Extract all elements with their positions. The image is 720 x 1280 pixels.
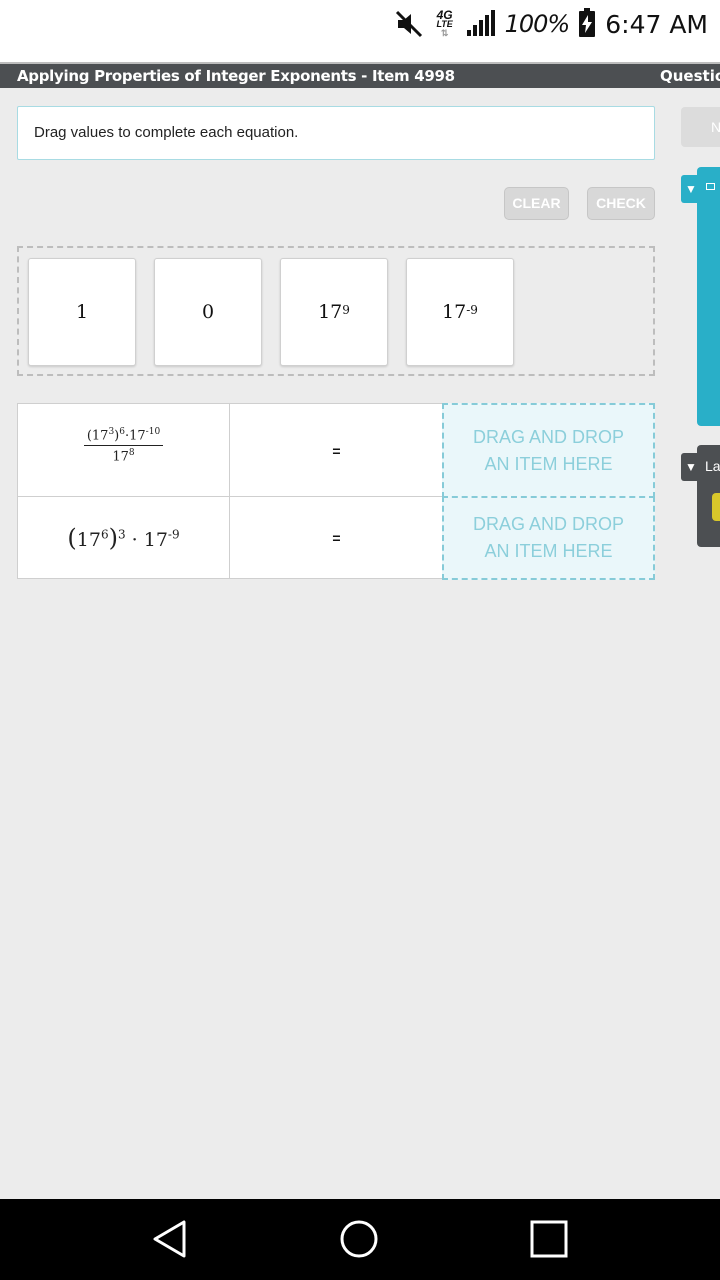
status-bar: 4G LTE ⇅ 100% 6:47 AM	[0, 0, 720, 64]
equations-table: (173)6·17-10 178 = (176)3 · 17-9 = DRAG …	[17, 403, 655, 580]
equals-sign: =	[332, 442, 341, 459]
tile-value: 0	[201, 301, 215, 323]
tile-exponent: -9	[466, 303, 478, 317]
volume-muted-icon	[395, 10, 422, 38]
drop-hint: DRAG AND DROP	[472, 514, 625, 534]
fraction-expression: (173)6·17-10 178	[83, 427, 164, 465]
network-indicator: 4G LTE ⇅	[433, 9, 457, 38]
draggable-tile[interactable]: 17 9	[280, 258, 388, 366]
tile-value: 17	[442, 301, 467, 323]
collapse-triangle-icon[interactable]: ▼	[681, 175, 701, 203]
highlight-button[interactable]	[712, 493, 720, 521]
drop-zone[interactable]: DRAG AND DROP AN ITEM HERE	[442, 403, 655, 498]
clear-button[interactable]: CLEAR	[504, 187, 569, 220]
tile-value: 17	[318, 301, 343, 323]
expression-cell: (173)6·17-10 178	[18, 404, 230, 497]
page-title: Applying Properties of Integer Exponents…	[17, 67, 455, 85]
power-expression: (176)3 · 17-9	[67, 523, 180, 552]
drop-hint: AN ITEM HERE	[484, 453, 613, 474]
android-nav-bar	[0, 1199, 720, 1280]
answer-tray: 1 0 17 9 17 -9	[17, 246, 655, 376]
drop-hint: DRAG AND DROP	[472, 426, 625, 447]
data-arrows-icon: ⇅	[440, 27, 449, 38]
battery-charging-icon	[579, 8, 596, 37]
home-icon[interactable]	[339, 1219, 379, 1259]
tile-exponent: 9	[342, 303, 350, 317]
numerator: (173)6·17-10	[83, 427, 164, 446]
equals-sign: =	[332, 529, 341, 546]
side-panel-label: La	[705, 458, 720, 474]
signal-bars-icon	[466, 10, 495, 36]
draggable-tile[interactable]: 1	[28, 258, 136, 366]
clock: 6:47 AM	[605, 9, 708, 39]
title-bar: Applying Properties of Integer Exponents…	[0, 64, 720, 88]
denominator: 178	[112, 448, 135, 465]
collapse-triangle-icon[interactable]: ▼	[681, 453, 701, 481]
instructions-box: Drag values to complete each equation.	[17, 106, 655, 160]
check-button[interactable]: CHECK	[587, 187, 655, 220]
next-button[interactable]: N	[681, 107, 720, 147]
battery-percent: 100%	[504, 10, 571, 38]
draggable-tile[interactable]: 17 -9	[406, 258, 514, 366]
draggable-tile[interactable]: 0	[154, 258, 262, 366]
side-panel-tools[interactable]	[697, 167, 720, 426]
tile-value: 1	[75, 301, 89, 323]
calculator-icon[interactable]	[706, 183, 715, 190]
drop-hint: AN ITEM HERE	[484, 541, 613, 561]
recents-icon[interactable]	[529, 1219, 569, 1259]
expression-cell: (176)3 · 17-9	[18, 497, 230, 578]
drop-zone[interactable]: DRAG AND DROP AN ITEM HERE	[442, 496, 655, 580]
question-label[interactable]: Questio	[660, 64, 720, 88]
back-icon[interactable]	[150, 1219, 190, 1259]
